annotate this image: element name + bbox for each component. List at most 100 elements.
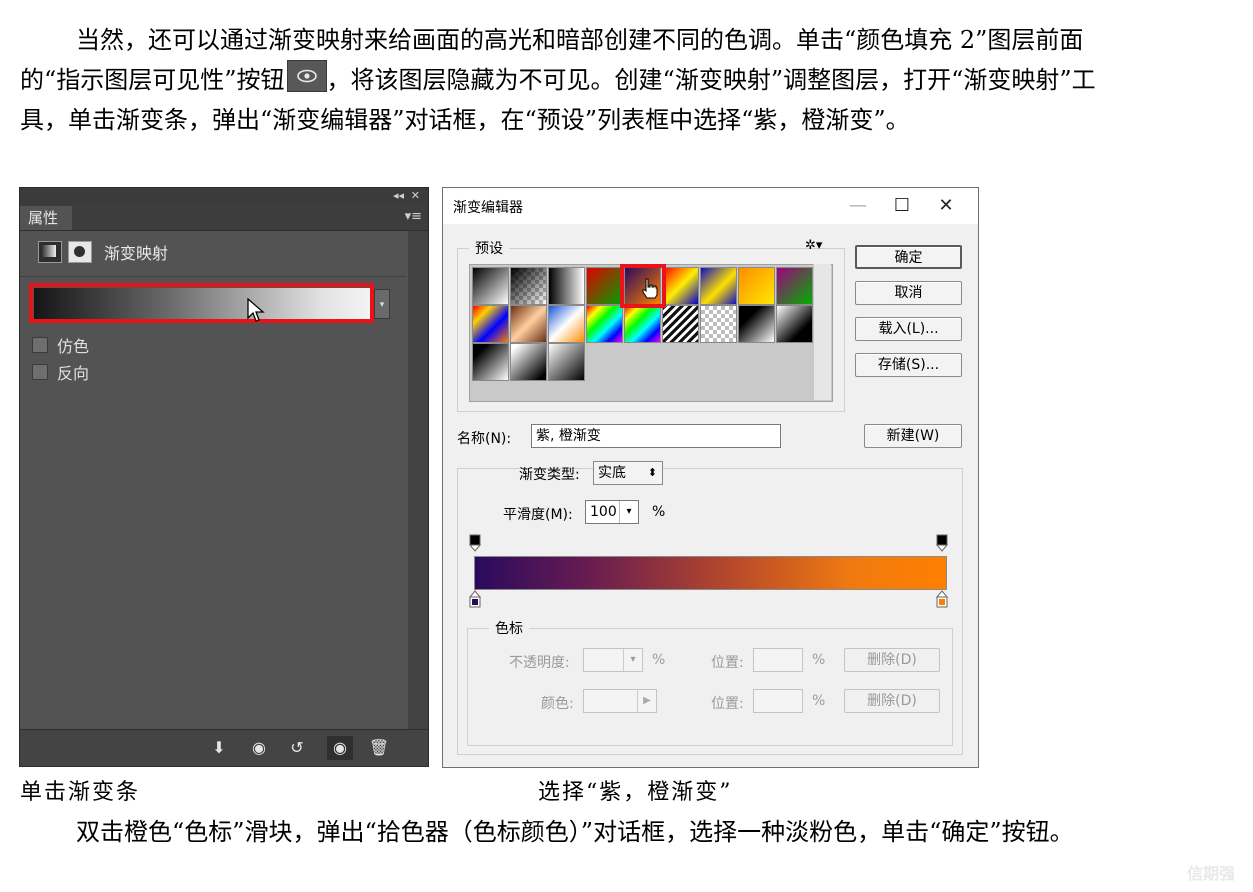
presets-list[interactable] [469, 264, 833, 402]
reverse-option[interactable]: 反向 [32, 360, 89, 384]
smoothness-input[interactable]: 100 ▾ [585, 500, 639, 524]
preset-swatch[interactable] [776, 305, 813, 343]
color-stop-purple[interactable] [469, 590, 481, 608]
new-button[interactable]: 新建(W) [864, 424, 962, 448]
opacity-location-input[interactable] [753, 648, 803, 672]
preset-swatch[interactable] [510, 305, 547, 343]
gear-icon[interactable]: ✲▾ [805, 238, 822, 253]
eye-icon [286, 60, 327, 92]
dither-option[interactable]: 仿色 [32, 333, 89, 357]
reverse-checkbox[interactable] [32, 364, 48, 380]
delete-opacity-stop-button[interactable]: 删除(D) [844, 648, 940, 672]
collapse-icon[interactable]: ◂◂ [393, 189, 404, 202]
caption-right: 选择“紫，橙渐变” [538, 780, 733, 805]
color-arrow-icon[interactable]: ▶ [637, 690, 656, 712]
preset-swatch[interactable] [510, 267, 547, 305]
color-swatch[interactable]: ▶ [583, 689, 657, 713]
opacity-location-label: 位置: [711, 655, 744, 671]
preset-swatch[interactable] [586, 305, 623, 343]
delete-color-stop-button[interactable]: 删除(D) [844, 689, 940, 713]
opacity-stop-left[interactable] [469, 534, 481, 552]
preset-swatch[interactable] [548, 305, 585, 343]
opacity-stop-right[interactable] [936, 534, 948, 552]
opacity-location-percent: % [812, 652, 826, 668]
percent-sign: % [652, 504, 666, 520]
trash-icon[interactable]: 🗑 [366, 736, 392, 760]
opacity-dropdown-icon[interactable]: ▾ [623, 649, 642, 671]
panel-footer: ⬇ ◉ ↺ ◉ 🗑 [20, 729, 428, 766]
opacity-input[interactable]: ▾ [583, 648, 643, 672]
intro-paragraph: 当然，还可以通过渐变映射来给画面的高光和暗部创建不同的色调。单击“颜色填充 2”… [20, 20, 1140, 140]
preset-swatch[interactable] [662, 305, 699, 343]
view-previous-icon[interactable]: ◉ [246, 736, 272, 760]
preset-swatch[interactable] [472, 343, 509, 381]
highlight-box [29, 283, 374, 323]
panel-menu-icon[interactable]: ▾≡ [405, 209, 422, 224]
color-location-percent: % [812, 693, 826, 709]
gradient-dropdown-icon[interactable]: ▾ [374, 289, 390, 319]
preset-swatch[interactable] [700, 267, 737, 305]
followup-paragraph: 双击橙色“色标”滑块，弹出“拾色器（色标颜色）”对话框，选择一种淡粉色，单击“确… [76, 818, 1074, 846]
watermark: 信期强 [1186, 864, 1235, 883]
type-label: 渐变类型: [519, 467, 580, 483]
preset-swatch[interactable] [738, 305, 775, 343]
hand-cursor-icon [642, 278, 658, 299]
preset-swatch[interactable] [510, 343, 547, 381]
type-value: 实底 [598, 465, 626, 481]
dither-checkbox[interactable] [32, 337, 48, 353]
panel-tab-bar: 属性 ▾≡ [20, 204, 428, 231]
type-select[interactable]: 实底 ⬍ [593, 461, 663, 485]
stops-label: 色标 [489, 618, 529, 638]
preset-swatch[interactable] [662, 267, 699, 305]
preset-swatch[interactable] [548, 267, 585, 305]
minimize-icon[interactable]: — [836, 192, 880, 220]
preset-swatch[interactable] [700, 305, 737, 343]
tab-properties[interactable]: 属性 [20, 206, 72, 230]
name-input[interactable]: 紫, 橙渐变 [531, 424, 781, 448]
preset-swatch[interactable] [776, 267, 813, 305]
preset-swatch[interactable] [586, 267, 623, 305]
dropdown-arrow-icon[interactable]: ▾ [619, 501, 638, 523]
clip-to-layer-icon[interactable]: ⬇ [206, 736, 232, 760]
properties-panel: ◂◂ ✕ 属性 ▾≡ 渐变映射 ▾ 仿色 反向 ⬇ ◉ ↺ ◉ 🗑 [19, 187, 429, 767]
arrow-cursor-icon [247, 298, 265, 322]
preset-swatch[interactable] [624, 305, 661, 343]
color-location-label: 位置: [711, 696, 744, 712]
panel-top-bar: ◂◂ ✕ [20, 188, 428, 204]
color-location-input[interactable] [753, 689, 803, 713]
close-dialog-icon[interactable]: ✕ [924, 192, 968, 220]
gradient-map-icon[interactable] [38, 241, 62, 263]
dialog-title-bar: 渐变编辑器 — ☐ ✕ [443, 188, 978, 224]
adjustment-header: 渐变映射 [38, 240, 168, 264]
opacity-label: 不透明度: [509, 655, 570, 671]
close-icon[interactable]: ✕ [411, 189, 420, 202]
smoothness-value: 100 [590, 504, 617, 520]
reverse-label: 反向 [57, 364, 90, 383]
name-label: 名称(N): [457, 431, 512, 447]
caption-left: 单击渐变条 [20, 780, 141, 805]
preset-swatch[interactable] [738, 267, 775, 305]
presets-scrollbar[interactable] [813, 264, 831, 400]
preset-swatch[interactable] [472, 267, 509, 305]
color-label: 颜色: [541, 696, 574, 712]
ok-button[interactable]: 确定 [855, 245, 962, 269]
panel-scrollbar[interactable] [408, 231, 428, 731]
preset-swatch[interactable] [472, 305, 509, 343]
stops-group [467, 628, 953, 746]
color-stop-orange[interactable] [936, 590, 948, 608]
reset-icon[interactable]: ↺ [284, 736, 310, 760]
maximize-icon[interactable]: ☐ [880, 192, 924, 220]
smoothness-label: 平滑度(M): [503, 507, 573, 523]
adjustment-title: 渐变映射 [104, 244, 169, 263]
preset-swatch[interactable] [548, 343, 585, 381]
opacity-percent: % [652, 652, 666, 668]
save-button[interactable]: 存储(S)... [855, 353, 962, 377]
presets-label: 预设 [469, 238, 509, 258]
gradient-editor-dialog: 渐变编辑器 — ☐ ✕ 预设 ✲▾ 确定 取消 载入(L)... 存储(S)..… [442, 187, 979, 768]
spinner-icon: ⬍ [647, 466, 657, 479]
mask-icon[interactable] [68, 241, 92, 263]
visibility-eye-icon[interactable]: ◉ [327, 736, 353, 760]
cancel-button[interactable]: 取消 [855, 281, 962, 305]
load-button[interactable]: 载入(L)... [855, 317, 962, 341]
gradient-preview-bar[interactable] [474, 556, 947, 590]
